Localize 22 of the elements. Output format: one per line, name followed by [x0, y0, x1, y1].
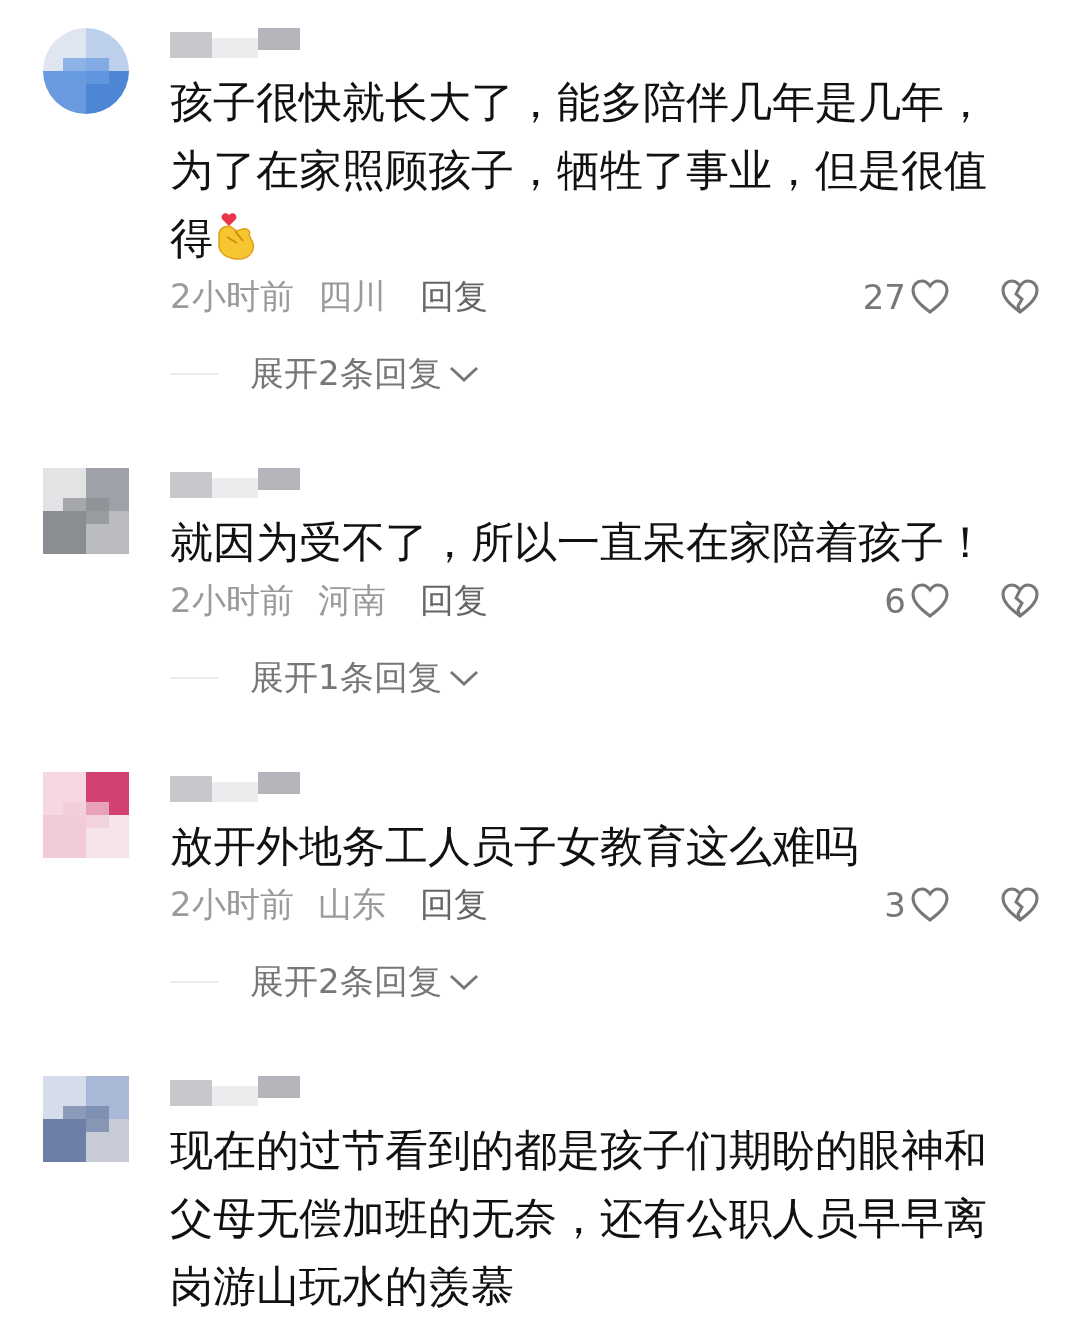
- comment-text: 孩子很快就长大了，能多陪伴几年是几年，为了在家照顾孩子，牺牲了事业，但是很值得: [170, 76, 988, 265]
- chevron-down-icon: [447, 364, 480, 384]
- comment-text: 放开外地务工人员子女教育这么难吗: [170, 820, 859, 873]
- comment-location: 山东: [317, 883, 386, 926]
- comment-location: 四川: [317, 275, 386, 318]
- like-count: 6: [884, 581, 906, 621]
- comment-text: 现在的过节看到的都是孩子们期盼的眼神和父母无偿加班的无奈，还有公职人员早早离岗游山玩水的羡慕: [170, 1124, 988, 1313]
- comment-text: 就因为受不了，所以一直呆在家陪着孩子！: [170, 516, 988, 569]
- expand-replies-button[interactable]: 展开2条回复: [250, 959, 480, 1005]
- chevron-down-icon: [447, 668, 480, 688]
- reply-button[interactable]: 回复: [419, 274, 488, 320]
- comment-time: 2小时前: [170, 883, 294, 926]
- comment-time: 2小时前: [170, 275, 294, 318]
- reply-button[interactable]: 回复: [419, 578, 488, 624]
- expand-replies-button[interactable]: 展开2条回复: [250, 351, 480, 397]
- comment-location: 河南: [317, 579, 386, 622]
- like-count: 27: [862, 277, 906, 317]
- expand-replies-button[interactable]: 展开1条回复: [250, 655, 480, 701]
- chevron-down-icon: [447, 972, 480, 992]
- like-count: 3: [884, 885, 906, 925]
- reply-button[interactable]: 回复: [419, 882, 488, 928]
- comment-time: 2小时前: [170, 579, 294, 622]
